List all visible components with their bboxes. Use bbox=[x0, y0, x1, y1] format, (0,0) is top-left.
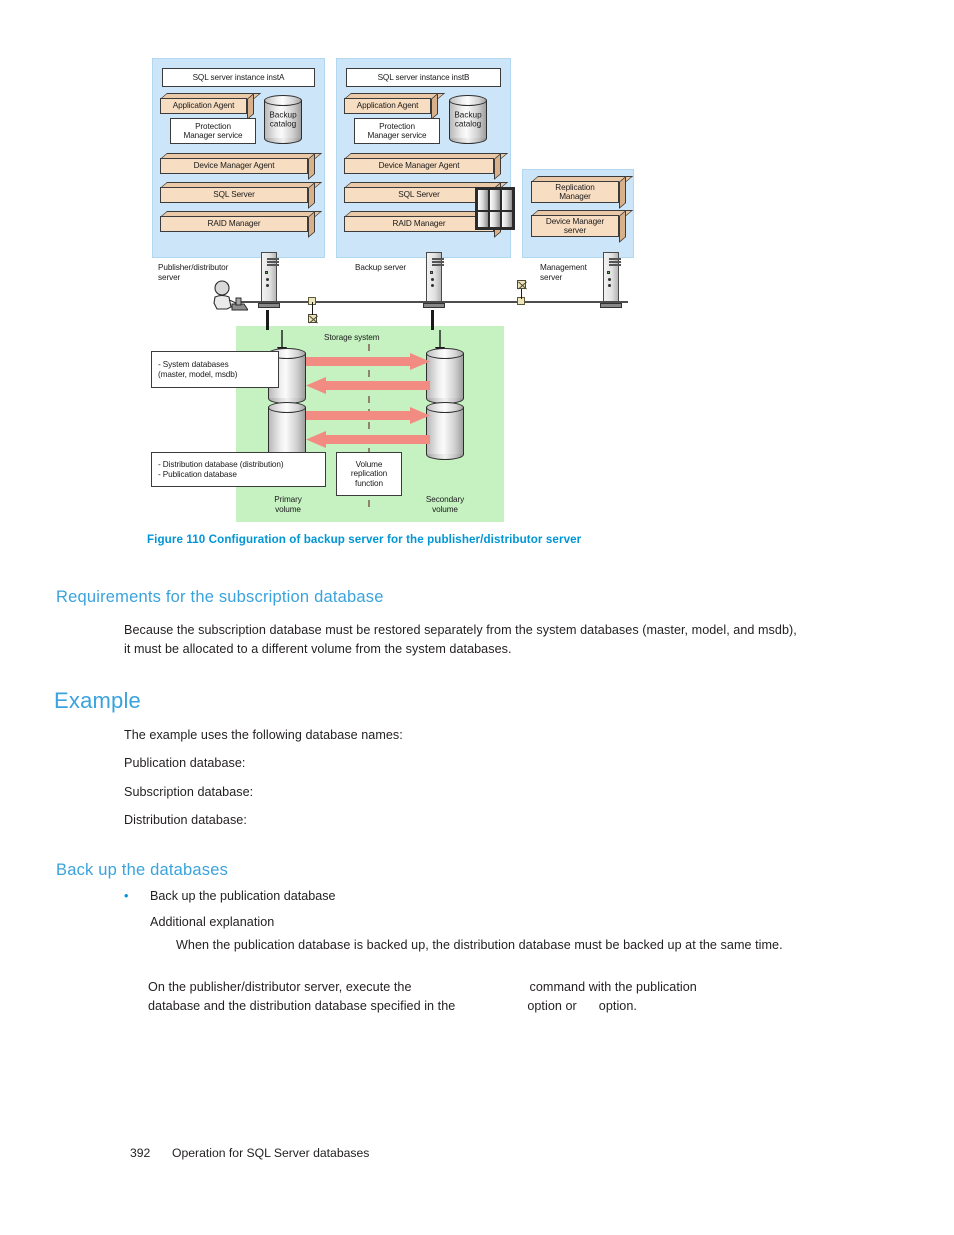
network-tap-icon bbox=[308, 314, 317, 323]
raid-manager-label-b: RAID Manager bbox=[344, 216, 494, 232]
replication-manager-slab: Replication Manager bbox=[531, 176, 634, 209]
execute-mid-text: command with the publication bbox=[529, 980, 697, 994]
publisher-storage-link bbox=[266, 310, 269, 330]
device-manager-server-label: Device Manager server bbox=[531, 215, 619, 237]
tower-case bbox=[261, 252, 279, 302]
label-backup-server: Backup server bbox=[355, 263, 407, 272]
figure-110-diagram: SQL server instance instA Application Ag… bbox=[148, 52, 668, 522]
label-publication-database: Publication database: bbox=[124, 756, 246, 770]
server-tower-management bbox=[600, 252, 622, 310]
tower-dot bbox=[266, 284, 269, 287]
application-agent-label-a: Application Agent bbox=[160, 98, 247, 114]
secondary-volume-disk-top bbox=[426, 348, 464, 404]
execute-line2-mid-text: option or bbox=[527, 999, 577, 1014]
label-management-server: Management server bbox=[540, 263, 587, 283]
execute-line2-prefix-text: database and the distribution database s… bbox=[148, 999, 456, 1014]
label-additional-explanation: Additional explanation bbox=[150, 915, 275, 929]
tower-dot bbox=[431, 278, 434, 281]
server-tower-publisher bbox=[258, 252, 280, 310]
replication-arrow-right-top bbox=[306, 353, 430, 370]
sql-server-label-a: SQL Server bbox=[160, 187, 308, 203]
execute-prefix-text: On the publisher/distributor server, exe… bbox=[148, 980, 412, 994]
device-manager-agent-slab-b: Device Manager Agent bbox=[344, 153, 509, 180]
label-subscription-database: Subscription database: bbox=[124, 785, 254, 799]
tower-led bbox=[265, 271, 268, 274]
cylinder-top bbox=[264, 95, 302, 106]
cylinder-body bbox=[426, 407, 464, 454]
raid-manager-label-a: RAID Manager bbox=[160, 216, 308, 232]
secondary-volume-disk-bottom bbox=[426, 402, 464, 460]
storage-array-cabinet-icon bbox=[475, 187, 515, 230]
server-tower-backup bbox=[423, 252, 445, 310]
note-distribution-databases: - Distribution database (distribution) -… bbox=[151, 452, 326, 487]
cylinder-body bbox=[268, 407, 306, 454]
network-tap-icon bbox=[517, 280, 526, 289]
cylinder-top bbox=[449, 95, 487, 106]
sql-server-slab-a: SQL Server bbox=[160, 182, 323, 209]
backup-storage-link bbox=[431, 310, 434, 330]
paragraph-requirements: Because the subscription database must b… bbox=[124, 623, 797, 657]
network-drop-line bbox=[311, 302, 313, 315]
tower-case bbox=[426, 252, 444, 302]
operator-person-icon bbox=[213, 280, 248, 311]
application-agent-label-b: Application Agent bbox=[344, 98, 431, 114]
protection-manager-service-b: Protection Manager service bbox=[354, 118, 440, 144]
sql-instance-title-b: SQL server instance instB bbox=[346, 68, 501, 87]
label-secondary-volume: Secondary volume bbox=[425, 495, 465, 515]
cylinder-top bbox=[268, 402, 306, 413]
raid-manager-slab-a: RAID Manager bbox=[160, 211, 323, 238]
replication-manager-label: Replication Manager bbox=[531, 181, 619, 203]
paragraph-example-intro: The example uses the following database … bbox=[124, 728, 403, 742]
tower-led bbox=[430, 271, 433, 274]
tower-slots bbox=[267, 258, 279, 267]
cylinder-top bbox=[426, 402, 464, 413]
sql-instance-title-a: SQL server instance instA bbox=[162, 68, 315, 87]
network-drop-line bbox=[520, 289, 522, 299]
bullet-text: Back up the publication database bbox=[150, 889, 336, 903]
bullet-marker-icon: • bbox=[124, 889, 129, 903]
application-agent-slab-b: Application Agent bbox=[344, 93, 446, 120]
backup-catalog-label-b: Backup catalog bbox=[454, 110, 482, 129]
device-manager-agent-label-b: Device Manager Agent bbox=[344, 158, 494, 174]
figure-caption: Figure 110 Configuration of backup serve… bbox=[147, 533, 582, 546]
protection-manager-service-a: Protection Manager service bbox=[170, 118, 256, 144]
tower-dot bbox=[266, 278, 269, 281]
paragraph-execute-command: On the publisher/distributor server, exe… bbox=[148, 978, 848, 1016]
paragraph-additional-explanation: When the publication database is backed … bbox=[176, 938, 783, 952]
tower-base bbox=[423, 303, 445, 308]
tower-slots bbox=[432, 258, 444, 267]
replication-arrow-left-top bbox=[306, 377, 430, 394]
footer-chapter-title: Operation for SQL Server databases bbox=[172, 1146, 370, 1160]
device-manager-agent-slab-a: Device Manager Agent bbox=[160, 153, 323, 180]
tower-base bbox=[600, 303, 622, 308]
tower-dot bbox=[608, 284, 611, 287]
replication-arrow-right-bottom bbox=[306, 407, 430, 424]
tower-base bbox=[258, 303, 280, 308]
volume-replication-function-box: Volume replication function bbox=[336, 452, 402, 496]
cylinder-body bbox=[426, 353, 464, 398]
storage-system-title: Storage system bbox=[324, 333, 380, 342]
footer-page-number: 392 bbox=[130, 1146, 151, 1160]
tower-led bbox=[607, 271, 610, 274]
device-manager-server-slab: Device Manager server bbox=[531, 210, 634, 243]
label-primary-volume: Primary volume bbox=[274, 495, 302, 515]
heading-example: Example bbox=[54, 688, 141, 713]
application-agent-slab-a: Application Agent bbox=[160, 93, 262, 120]
tower-dot bbox=[431, 284, 434, 287]
device-manager-agent-label-a: Device Manager Agent bbox=[160, 158, 308, 174]
backup-catalog-cylinder-b: Backup catalog bbox=[449, 95, 487, 144]
execute-line2-suffix-text: option. bbox=[598, 999, 637, 1014]
tower-slots bbox=[609, 258, 621, 267]
sql-server-label-b: SQL Server bbox=[344, 187, 494, 203]
tower-dot bbox=[608, 278, 611, 281]
label-distribution-database: Distribution database: bbox=[124, 813, 247, 827]
backup-catalog-cylinder-a: Backup catalog bbox=[264, 95, 302, 144]
note-system-databases: - System databases (master, model, msdb) bbox=[151, 351, 279, 388]
tower-case bbox=[603, 252, 621, 302]
replication-arrow-left-bottom bbox=[306, 431, 430, 448]
heading-back-up-the-databases: Back up the databases bbox=[56, 861, 229, 879]
heading-requirements: Requirements for the subscription databa… bbox=[56, 588, 384, 606]
backup-catalog-label-a: Backup catalog bbox=[269, 110, 297, 129]
cylinder-top bbox=[426, 348, 464, 359]
